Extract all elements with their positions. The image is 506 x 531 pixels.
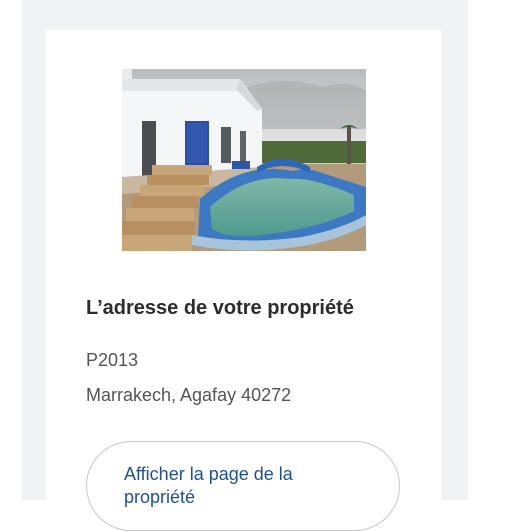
view-property-label: Afficher la page de la propriété (124, 464, 293, 507)
villa-pool-image (122, 69, 366, 251)
property-photo (122, 69, 366, 251)
property-address: Marrakech, Agafay 40272 (86, 385, 292, 405)
property-reference: P2013 (86, 350, 139, 370)
view-property-button[interactable]: Afficher la page de la propriété (86, 441, 400, 531)
property-address-heading: L’adresse de votre propriété (86, 297, 354, 319)
